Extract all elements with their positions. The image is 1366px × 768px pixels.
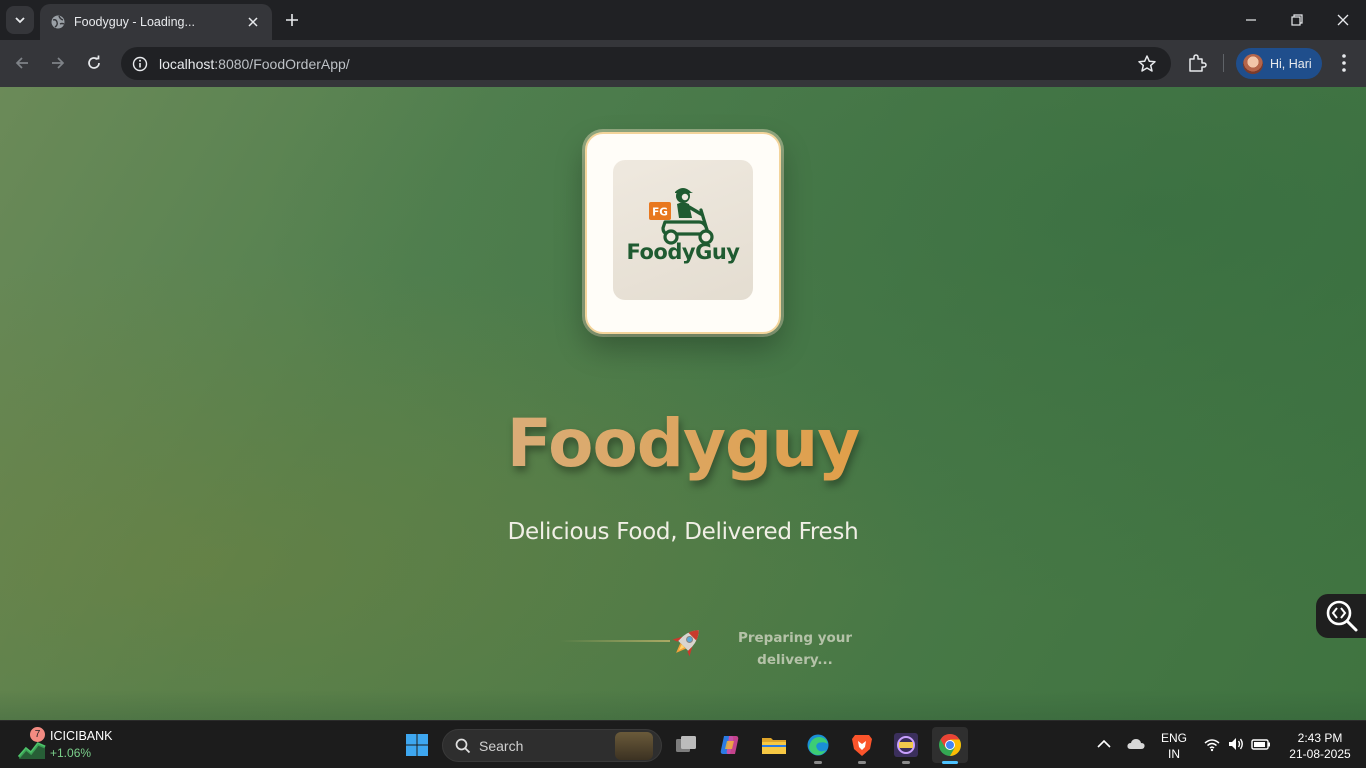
arrow-right-icon	[52, 57, 65, 69]
chrome-icon	[939, 734, 961, 756]
close-tab-button[interactable]	[244, 13, 262, 31]
game-app-button[interactable]	[888, 727, 924, 764]
game-app-icon	[894, 733, 918, 757]
search-highlight-image	[615, 732, 653, 760]
start-button[interactable]	[399, 727, 435, 763]
url-host: localhost	[159, 55, 215, 72]
close-icon	[1337, 14, 1349, 26]
site-info-icon[interactable]	[131, 55, 149, 73]
clock[interactable]: 2:43 PM 21-08-2025	[1280, 730, 1360, 762]
close-icon	[248, 17, 258, 27]
windows-logo-icon	[406, 734, 428, 756]
close-window-button[interactable]	[1320, 0, 1366, 40]
forward-button[interactable]	[45, 50, 71, 76]
url-path: :8080/FoodOrderApp/	[214, 55, 350, 72]
clock-time: 2:43 PM	[1297, 731, 1343, 745]
extensions-puzzle-icon[interactable]	[1186, 52, 1208, 74]
reload-icon	[88, 55, 100, 69]
logo-card: FG FoodyGuy	[585, 132, 781, 334]
copilot-icon	[720, 736, 739, 754]
tab-search-button[interactable]	[6, 6, 34, 34]
edge-button[interactable]	[800, 727, 836, 764]
wifi-icon[interactable]	[1203, 735, 1221, 753]
task-view-icon	[676, 736, 696, 752]
app-title: Foodyguy	[0, 405, 1366, 482]
stock-chart-icon	[18, 742, 46, 759]
cloud-icon[interactable]	[1126, 735, 1146, 753]
language-indicator[interactable]: ENG IN	[1156, 730, 1192, 762]
code-search-icon	[1326, 600, 1358, 632]
folder-icon	[762, 738, 786, 754]
globe-icon	[51, 15, 65, 29]
minimize-icon	[1246, 19, 1256, 21]
loading-text: Preparing your delivery...	[737, 630, 853, 668]
profile-button[interactable]: Hi, Hari	[1236, 48, 1322, 79]
restore-button[interactable]	[1274, 0, 1320, 40]
browser-tab[interactable]: Foodyguy - Loading...	[40, 4, 272, 40]
address-bar[interactable]: localhost:8080/FoodOrderApp/	[121, 47, 1171, 80]
volume-icon[interactable]	[1227, 735, 1245, 753]
running-indicator	[814, 761, 822, 764]
battery-icon[interactable]	[1251, 735, 1271, 753]
app-logo: FG FoodyGuy	[613, 160, 753, 300]
notification-badge: 7	[30, 727, 45, 742]
search-label: Search	[479, 737, 524, 754]
logo-badge-text: FG	[652, 207, 668, 219]
task-view-button[interactable]	[668, 727, 704, 763]
browser-toolbar: localhost:8080/FoodOrderApp/ Hi, Hari	[0, 40, 1366, 87]
more-menu-icon[interactable]	[1335, 52, 1353, 74]
tab-title: Foodyguy - Loading...	[74, 15, 195, 29]
tagline: Delicious Food, Delivered Fresh	[507, 519, 859, 545]
file-explorer-button[interactable]	[756, 727, 792, 763]
back-button[interactable]	[9, 50, 35, 76]
plus-icon	[286, 14, 298, 26]
avatar	[1243, 53, 1263, 74]
rocket-icon	[672, 630, 699, 657]
bookmark-star-icon[interactable]	[1137, 54, 1157, 74]
splash-screen: FG FoodyGuy Foodyguy Delicious Food, Del…	[0, 87, 1366, 720]
taskbar-search[interactable]: Search	[442, 729, 662, 762]
url-text: localhost:8080/FoodOrderApp/	[159, 56, 350, 72]
reload-button[interactable]	[81, 50, 107, 76]
toolbar-divider	[1223, 54, 1224, 72]
clock-date: 21-08-2025	[1289, 747, 1351, 761]
taskbar: 7 ICICIBANK +1.06% Search ENG IN 2:43 PM…	[0, 720, 1366, 768]
chevron-down-icon	[15, 17, 25, 24]
running-indicator	[858, 761, 866, 764]
chrome-button[interactable]	[932, 727, 968, 764]
restore-icon	[1291, 14, 1303, 26]
minimize-button[interactable]	[1228, 0, 1274, 40]
stock-change: +1.06%	[50, 746, 92, 760]
lens-search-button[interactable]	[1316, 594, 1366, 638]
delivery-scooter-icon: FG	[649, 188, 714, 245]
language-code: ENG	[1160, 731, 1187, 745]
new-tab-button[interactable]	[280, 8, 304, 32]
chevron-up-icon[interactable]	[1095, 735, 1113, 753]
profile-name: Hi, Hari	[1270, 56, 1312, 71]
stock-widget[interactable]: 7 ICICIBANK +1.06%	[18, 727, 128, 763]
brave-lion-icon	[852, 735, 872, 756]
arrow-left-icon	[15, 57, 28, 69]
search-icon	[455, 738, 471, 753]
rocket-trail	[560, 640, 670, 642]
region-code: IN	[1168, 747, 1180, 761]
logo-wordmark: FoodyGuy	[626, 240, 740, 264]
tab-strip: Foodyguy - Loading...	[0, 0, 1366, 40]
stock-name: ICICIBANK	[50, 729, 113, 743]
edge-browser-icon	[807, 734, 829, 756]
active-indicator	[942, 761, 958, 764]
copilot-button[interactable]	[712, 727, 748, 763]
brave-button[interactable]	[844, 727, 880, 764]
running-indicator	[902, 761, 910, 764]
